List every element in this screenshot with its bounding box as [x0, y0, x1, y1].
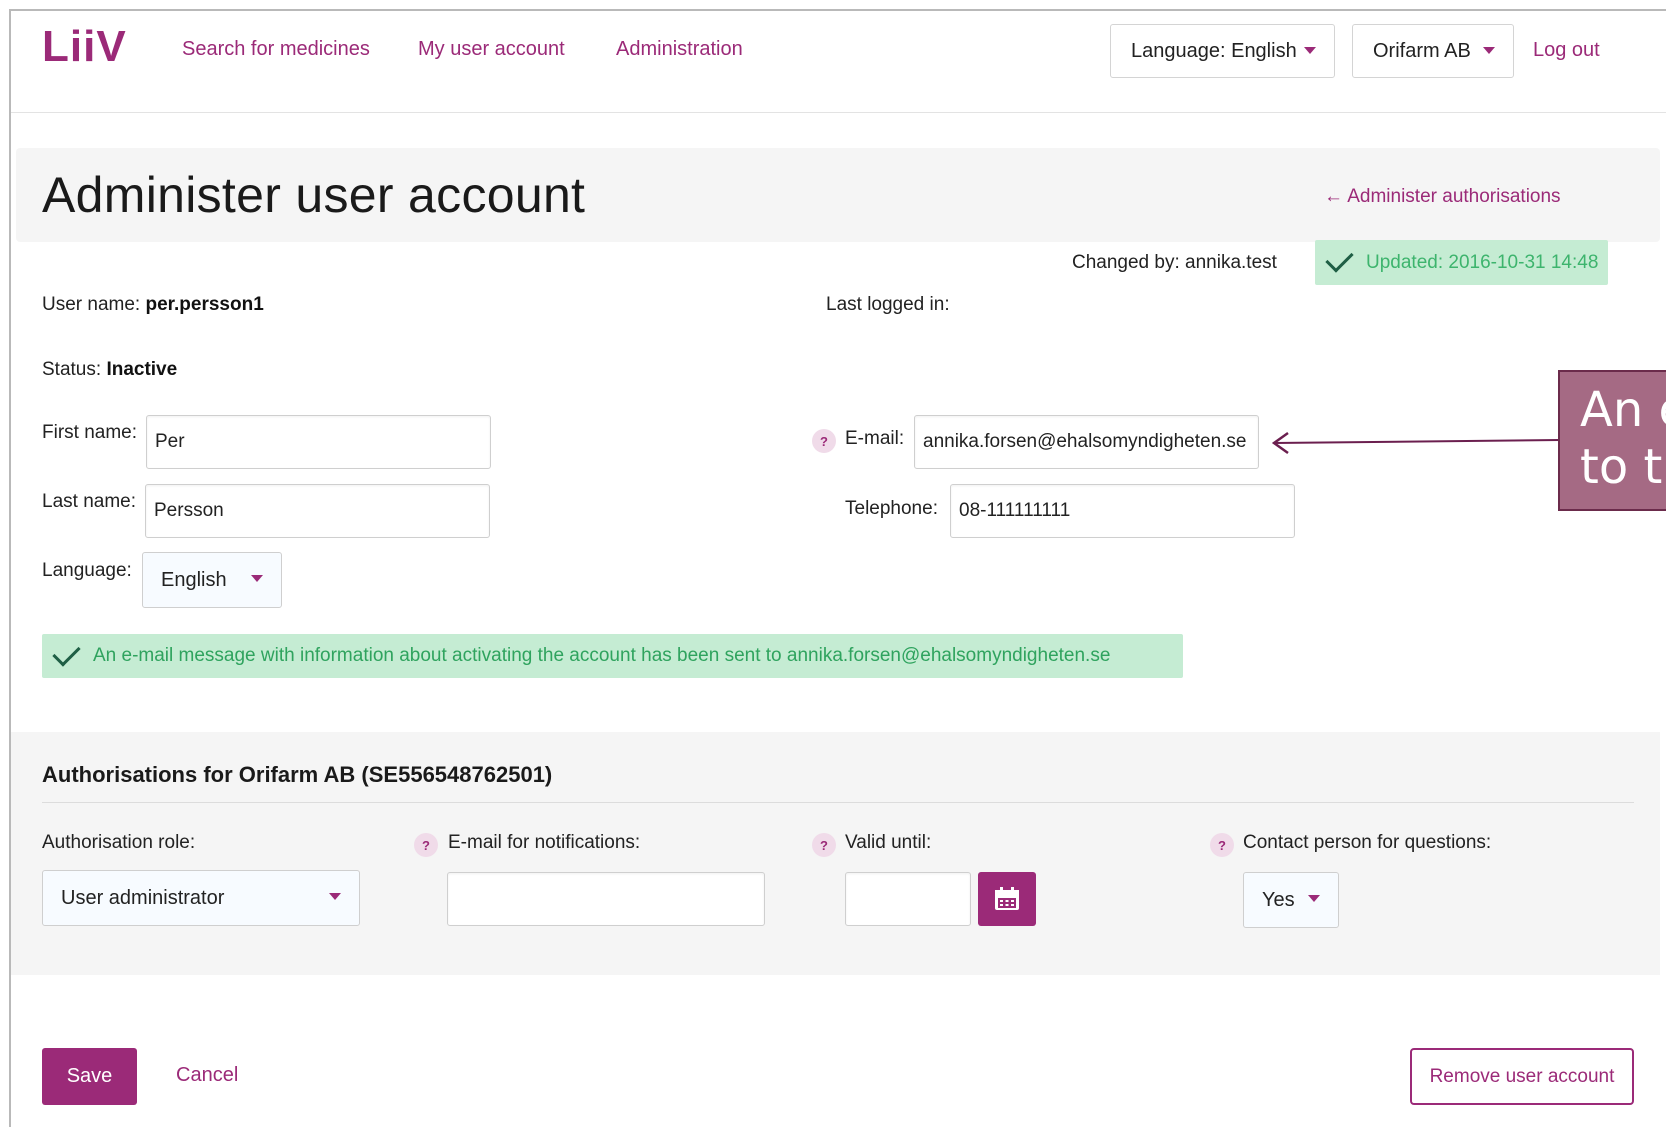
- language-label: Language:: [42, 560, 132, 581]
- valid-until-input[interactable]: [845, 872, 971, 926]
- calendar-icon: [995, 887, 1019, 910]
- language-dropdown[interactable]: English: [142, 552, 282, 608]
- valid-until-label: Valid until:: [845, 832, 932, 853]
- annotation-callout: An e to th: [1558, 370, 1666, 511]
- checkmark-icon: [52, 637, 81, 667]
- language-select-label: Language: English: [1131, 39, 1297, 62]
- remove-user-account-button[interactable]: Remove user account: [1410, 1048, 1634, 1105]
- page-title: Administer user account: [42, 167, 586, 223]
- chevron-down-icon: [329, 893, 341, 900]
- save-button[interactable]: Save: [42, 1048, 137, 1105]
- chevron-down-icon: [1483, 47, 1495, 54]
- nav-my-user-account[interactable]: My user account: [418, 38, 565, 61]
- valid-until-help-icon[interactable]: ?: [812, 833, 836, 857]
- authorisation-role-value: User administrator: [61, 886, 225, 909]
- telephone-input[interactable]: [950, 484, 1295, 538]
- callout-line-1: An e: [1580, 382, 1666, 438]
- last-name-label: Last name:: [42, 491, 136, 512]
- language-dropdown-value: English: [161, 568, 227, 591]
- checkmark-icon: [1325, 244, 1354, 273]
- header-divider: [11, 112, 1666, 113]
- email-label: E-mail:: [845, 428, 905, 449]
- calendar-button[interactable]: [978, 872, 1036, 926]
- email-notifications-label: E-mail for notifications:: [448, 832, 641, 853]
- last-name-input[interactable]: [145, 484, 490, 538]
- authorisations-title: Authorisations for Orifarm AB (SE5565487…: [42, 762, 553, 787]
- contact-person-select[interactable]: Yes: [1243, 872, 1339, 928]
- callout-arrow: [1271, 431, 1560, 455]
- first-name-label: First name:: [42, 422, 138, 443]
- chevron-down-icon: [1308, 895, 1320, 902]
- logout-link[interactable]: Log out: [1533, 39, 1600, 62]
- email-sent-notice: An e-mail message with information about…: [42, 634, 1183, 678]
- administer-authorisations-link[interactable]: ← Administer authorisations: [1324, 186, 1561, 208]
- cancel-link[interactable]: Cancel: [176, 1064, 238, 1087]
- username-value: per.persson1: [145, 294, 264, 315]
- contact-person-value: Yes: [1262, 888, 1295, 911]
- organisation-select-label: Orifarm AB: [1373, 39, 1471, 62]
- updated-badge: Updated: 2016-10-31 14:48: [1315, 240, 1608, 285]
- chevron-down-icon: [251, 575, 263, 582]
- last-logged-label: Last logged in:: [826, 294, 950, 315]
- liiv-logo[interactable]: LiiV: [42, 22, 127, 72]
- changed-by-text: Changed by: annika.test: [1072, 252, 1277, 273]
- authorisations-divider: [42, 802, 1634, 803]
- updated-text: Updated: 2016-10-31 14:48: [1366, 251, 1599, 273]
- email-sent-notice-text: An e-mail message with information about…: [93, 645, 1111, 666]
- authorisation-role-select[interactable]: User administrator: [42, 870, 360, 926]
- status-row: Status: Inactive: [42, 359, 177, 381]
- telephone-label: Telephone:: [845, 498, 938, 519]
- organisation-select[interactable]: Orifarm AB: [1352, 24, 1514, 78]
- status-value: Inactive: [106, 359, 178, 380]
- email-notifications-input[interactable]: [447, 872, 765, 926]
- username-row: User name: per.persson1: [42, 294, 264, 316]
- contact-person-label: Contact person for questions:: [1243, 832, 1492, 853]
- callout-text: An e to th: [1580, 382, 1666, 496]
- chevron-down-icon: [1304, 47, 1316, 54]
- email-help-icon[interactable]: ?: [812, 429, 836, 453]
- authorisation-role-label: Authorisation role:: [42, 832, 196, 853]
- email-notifications-help-icon[interactable]: ?: [414, 833, 438, 857]
- first-name-input[interactable]: [146, 415, 491, 469]
- callout-line-2: to th: [1580, 439, 1666, 495]
- nav-administration[interactable]: Administration: [616, 38, 743, 61]
- email-input[interactable]: [914, 415, 1259, 469]
- nav-search-medicines[interactable]: Search for medicines: [182, 38, 370, 61]
- username-label: User name:: [42, 294, 141, 315]
- contact-person-help-icon[interactable]: ?: [1210, 833, 1234, 857]
- status-label: Status:: [42, 359, 102, 380]
- language-select[interactable]: Language: English: [1110, 24, 1335, 78]
